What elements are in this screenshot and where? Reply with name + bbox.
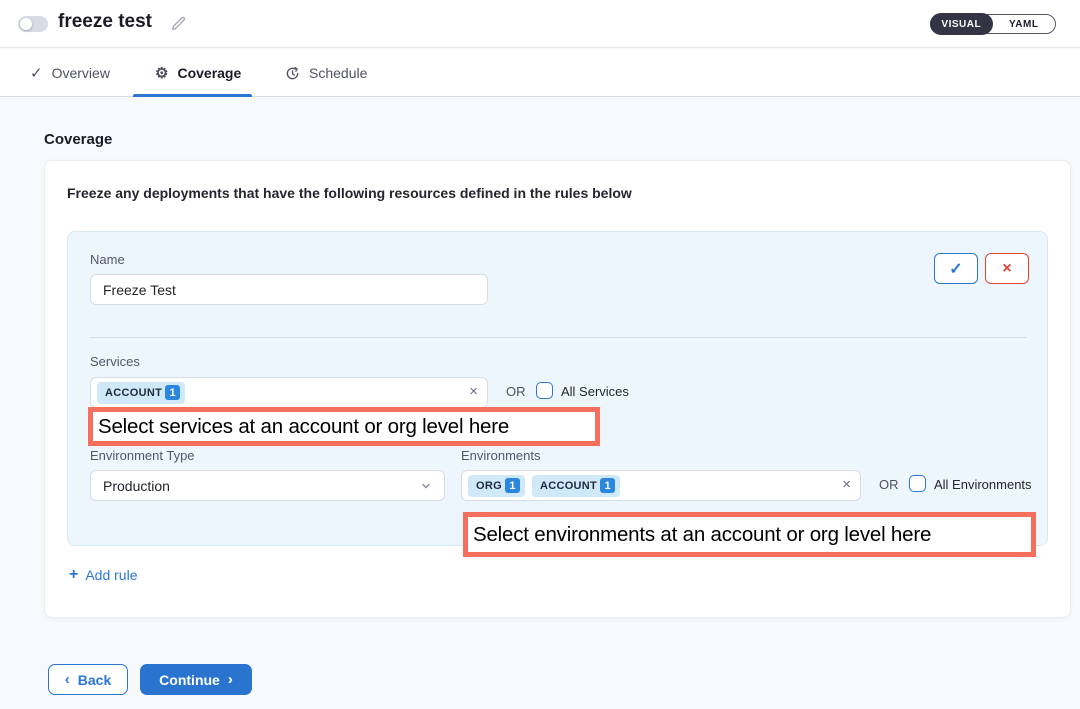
services-or-label: OR bbox=[506, 384, 526, 399]
top-header: freeze test VISUAL YAML bbox=[0, 0, 1080, 48]
environment-type-label: Environment Type bbox=[90, 448, 195, 463]
chip-count-badge: 1 bbox=[505, 478, 520, 493]
all-services-checkbox[interactable] bbox=[536, 382, 553, 399]
plus-icon: + bbox=[69, 567, 78, 583]
chip-count-badge: 1 bbox=[600, 478, 615, 493]
environment-chip-account[interactable]: ACCOUNT 1 bbox=[532, 475, 620, 497]
tab-schedule-label: Schedule bbox=[309, 65, 367, 81]
tab-overview-label: Overview bbox=[52, 65, 110, 81]
environments-label: Environments bbox=[461, 448, 540, 463]
add-rule-button[interactable]: + Add rule bbox=[69, 567, 138, 583]
annotation-text: Select environments at an account or org… bbox=[473, 523, 931, 547]
freeze-enabled-toggle[interactable] bbox=[18, 16, 48, 32]
all-environments-checkbox[interactable] bbox=[909, 475, 926, 492]
services-multiselect[interactable]: ACCOUNT 1 × bbox=[90, 377, 488, 408]
edit-pencil-icon[interactable] bbox=[170, 15, 187, 32]
active-tab-underline bbox=[133, 94, 252, 97]
card-description: Freeze any deployments that have the fol… bbox=[67, 185, 632, 201]
continue-label: Continue bbox=[159, 672, 220, 688]
tab-coverage-label: Coverage bbox=[177, 65, 241, 81]
environment-type-select[interactable]: Production bbox=[90, 470, 445, 501]
schedule-clock-icon bbox=[285, 66, 300, 81]
chip-label: ACCOUNT bbox=[105, 387, 162, 399]
annotation-environments-callout: Select environments at an account or org… bbox=[463, 512, 1036, 557]
close-icon: × bbox=[1002, 260, 1011, 278]
rule-panel: Name ✓ × Services ACCOUNT 1 × OR All Ser… bbox=[67, 231, 1048, 546]
tab-overview[interactable]: ✓ Overview bbox=[30, 49, 110, 97]
check-icon: ✓ bbox=[30, 66, 43, 81]
name-label: Name bbox=[90, 252, 125, 267]
visual-yaml-toggle: VISUAL YAML bbox=[930, 14, 1056, 34]
gear-icon: ⚙ bbox=[155, 66, 168, 81]
chip-count-badge: 1 bbox=[165, 385, 180, 400]
chevron-right-icon: › bbox=[228, 671, 233, 688]
all-environments-label: All Environments bbox=[934, 477, 1032, 492]
chip-label: ACCOUNT bbox=[540, 480, 597, 492]
all-services-label: All Services bbox=[561, 384, 629, 399]
visual-mode-button[interactable]: VISUAL bbox=[930, 13, 993, 35]
clear-environments-icon[interactable]: × bbox=[842, 477, 851, 492]
environment-type-value: Production bbox=[103, 478, 170, 494]
add-rule-label: Add rule bbox=[85, 567, 137, 583]
tab-coverage[interactable]: ⚙ Coverage bbox=[155, 49, 241, 97]
services-label: Services bbox=[90, 354, 140, 369]
chevron-left-icon: ‹ bbox=[65, 671, 70, 688]
clear-services-icon[interactable]: × bbox=[469, 384, 478, 399]
name-input[interactable] bbox=[90, 274, 488, 305]
annotation-text: Select services at an account or org lev… bbox=[98, 415, 509, 439]
back-label: Back bbox=[78, 672, 111, 688]
toggle-knob bbox=[20, 18, 32, 30]
section-title: Coverage bbox=[44, 131, 112, 148]
check-icon: ✓ bbox=[949, 259, 962, 279]
yaml-mode-button[interactable]: YAML bbox=[993, 14, 1056, 34]
chevron-down-icon bbox=[420, 480, 432, 492]
back-button[interactable]: ‹ Back bbox=[48, 664, 128, 695]
chip-label: ORG bbox=[476, 480, 502, 492]
annotation-services-callout: Select services at an account or org lev… bbox=[88, 407, 600, 446]
environments-or-label: OR bbox=[879, 477, 899, 492]
confirm-rule-button[interactable]: ✓ bbox=[934, 253, 978, 284]
environments-multiselect[interactable]: ORG 1 ACCOUNT 1 × bbox=[461, 470, 861, 501]
freeze-title: freeze test bbox=[58, 11, 152, 33]
service-chip-account[interactable]: ACCOUNT 1 bbox=[97, 382, 185, 404]
tab-schedule[interactable]: Schedule bbox=[285, 49, 367, 97]
environment-chip-org[interactable]: ORG 1 bbox=[468, 475, 525, 497]
tab-bar: ✓ Overview ⚙ Coverage Schedule bbox=[0, 49, 1080, 97]
panel-divider bbox=[90, 337, 1027, 338]
continue-button[interactable]: Continue › bbox=[140, 664, 252, 695]
delete-rule-button[interactable]: × bbox=[985, 253, 1029, 284]
